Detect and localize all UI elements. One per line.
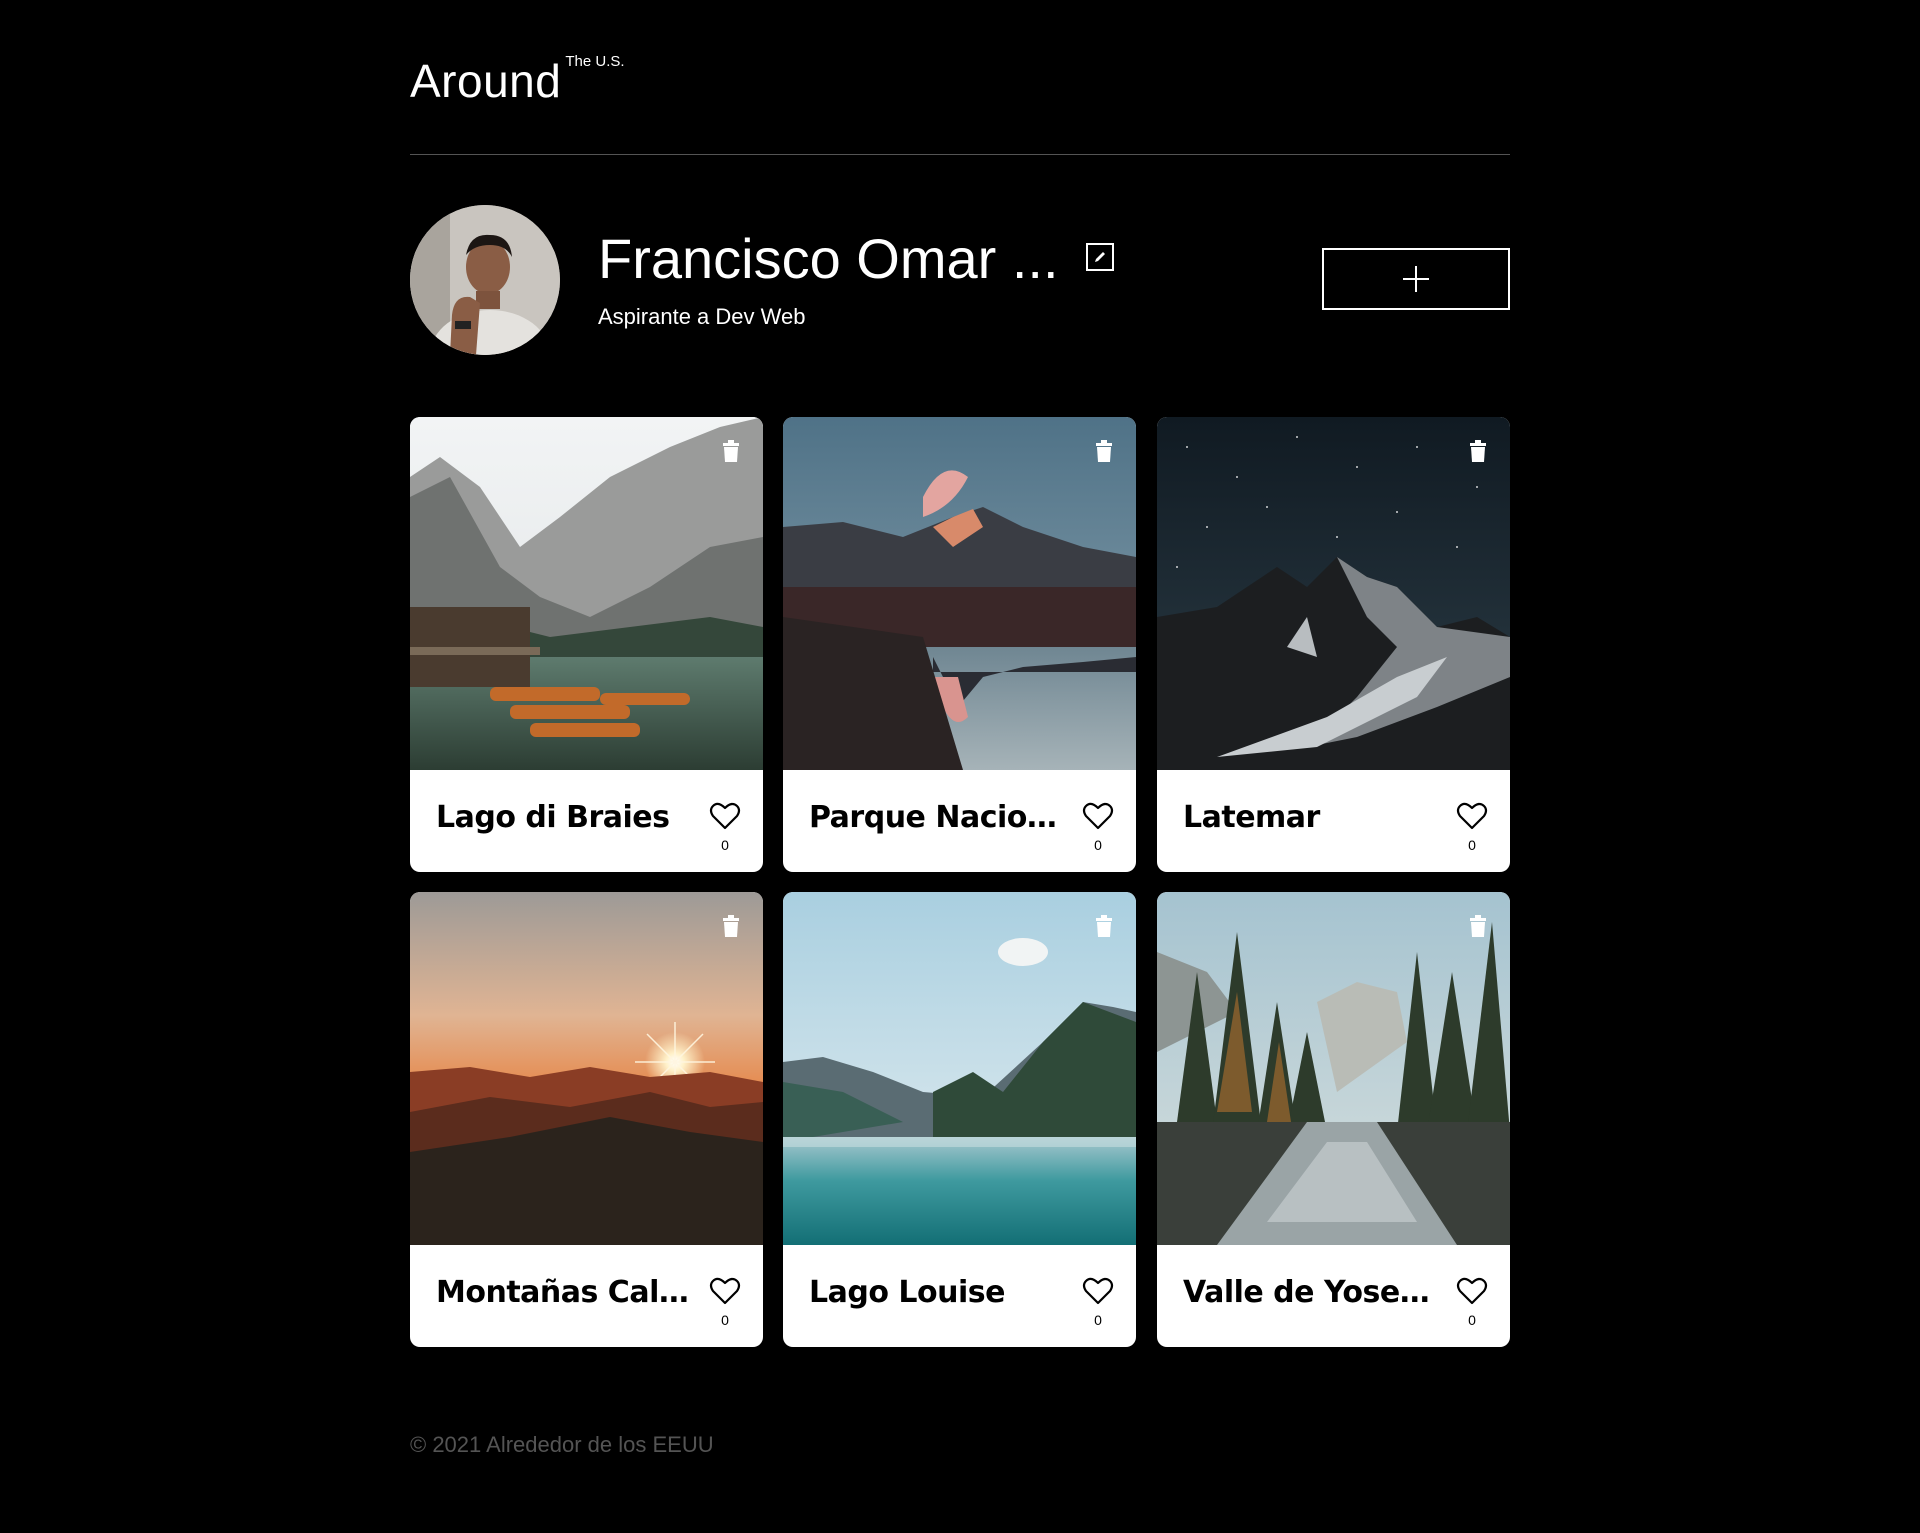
card-image[interactable]: [410, 892, 763, 1245]
card-title: Lago Louise: [809, 1275, 1005, 1310]
card-title: Lago di Braies: [436, 800, 670, 835]
card: Latemar 0: [1157, 417, 1510, 872]
card-image[interactable]: [410, 417, 763, 770]
card-image[interactable]: [783, 892, 1136, 1245]
card-image[interactable]: [1157, 892, 1510, 1245]
card-title: Parque Nacional ...: [809, 800, 1069, 835]
add-place-button[interactable]: [1322, 248, 1510, 310]
card: Lago Louise 0: [783, 892, 1136, 1347]
card-title: Valle de Yosemite: [1183, 1275, 1443, 1310]
footer-copyright: © 2021 Alrededor de los EEUU: [410, 1432, 714, 1457]
like-count: 0: [1468, 1312, 1476, 1328]
heart-icon[interactable]: [709, 800, 741, 832]
like-count: 0: [721, 837, 729, 853]
trash-icon[interactable]: [719, 914, 743, 938]
card: Valle de Yosemite 0: [1157, 892, 1510, 1347]
profile: Francisco Omar ... Aspirante a Dev Web: [410, 205, 1510, 355]
trash-icon[interactable]: [1466, 439, 1490, 463]
trash-icon[interactable]: [1466, 914, 1490, 938]
card-title: Montañas Calvas: [436, 1275, 696, 1310]
trash-icon[interactable]: [719, 439, 743, 463]
logo-main-text: Around: [410, 55, 562, 107]
like-count: 0: [1094, 837, 1102, 853]
edit-profile-button[interactable]: [1086, 243, 1114, 271]
trash-icon[interactable]: [1092, 914, 1116, 938]
card-image-lake-mountains: [410, 417, 763, 770]
card-image-mountain-reflection: [783, 417, 1136, 770]
card-title: Latemar: [1183, 800, 1320, 835]
logo: Around The U.S.: [410, 54, 625, 108]
heart-icon[interactable]: [1082, 1275, 1114, 1307]
heart-icon[interactable]: [709, 1275, 741, 1307]
heart-icon[interactable]: [1082, 800, 1114, 832]
like-count: 0: [1468, 837, 1476, 853]
card-image-sunset-mountains: [410, 892, 763, 1245]
heart-icon[interactable]: [1456, 1275, 1488, 1307]
card: Lago di Braies 0: [410, 417, 763, 872]
avatar[interactable]: [410, 205, 560, 355]
pencil-edit-icon: [1095, 252, 1105, 262]
card: Montañas Calvas 0: [410, 892, 763, 1347]
header: Around The U.S.: [410, 0, 1510, 155]
card: Parque Nacional ... 0: [783, 417, 1136, 872]
card-image-forest-river: [1157, 892, 1510, 1245]
card-image[interactable]: [783, 417, 1136, 770]
plus-icon: [1403, 266, 1429, 292]
like-count: 0: [721, 1312, 729, 1328]
card-image[interactable]: [1157, 417, 1510, 770]
logo-superscript: The U.S.: [565, 53, 625, 70]
avatar-photo: [410, 205, 560, 355]
like-count: 0: [1094, 1312, 1102, 1328]
card-image-night-mountain: [1157, 417, 1510, 770]
page: Around The U.S. Francisco Omar ... Aspir…: [410, 0, 1510, 1457]
profile-name: Francisco Omar ...: [598, 227, 1059, 290]
heart-icon[interactable]: [1456, 800, 1488, 832]
trash-icon[interactable]: [1092, 439, 1116, 463]
profile-about: Aspirante a Dev Web: [598, 304, 806, 329]
card-image-turquoise-lake: [783, 892, 1136, 1245]
